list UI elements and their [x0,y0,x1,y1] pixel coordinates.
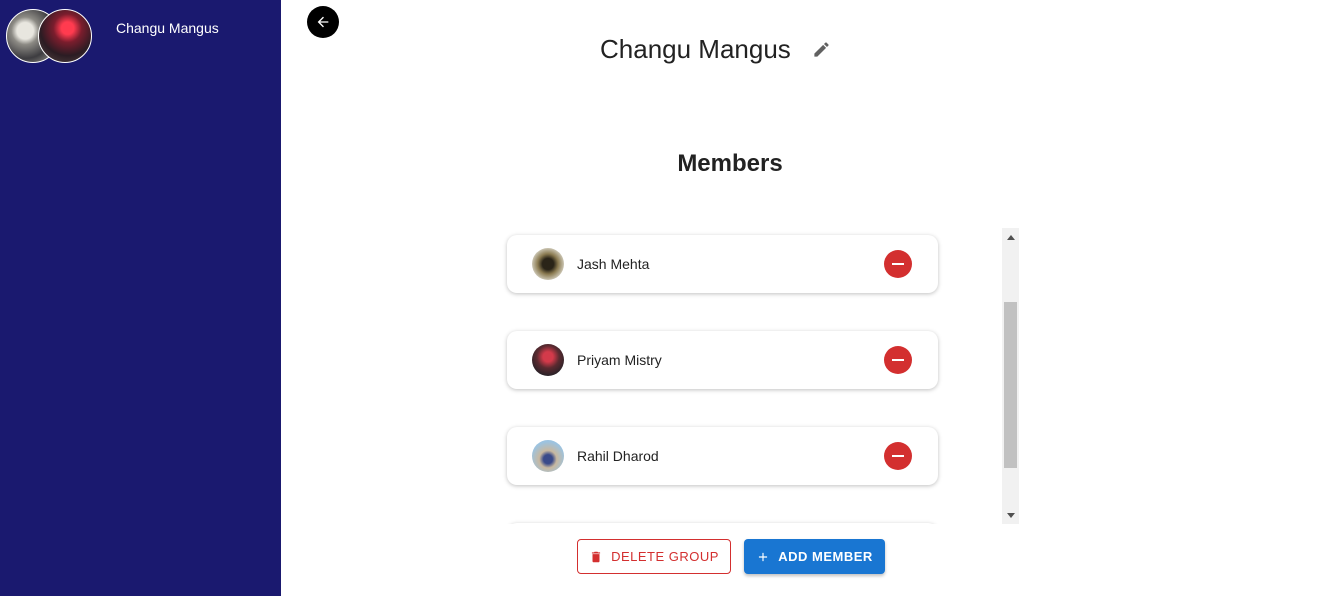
member-card: Priyam Mistry [507,331,938,389]
sidebar-group-name: Changu Mangus [116,20,219,36]
member-name: Jash Mehta [577,256,650,272]
members-heading: Members [677,150,783,177]
remove-member-button[interactable] [884,250,912,278]
member-card: Rahil Dharod [507,427,938,485]
back-button[interactable] [307,6,339,38]
avatar [532,344,564,376]
plus-icon [756,550,770,564]
avatar [38,9,92,63]
scrollbar[interactable] [1002,228,1019,524]
app-root: Changu Mangus Changu Mangus Members Jash… [0,0,1326,596]
avatar [532,248,564,280]
scroll-up-button[interactable] [1002,228,1019,245]
member-card: Jash Mehta [507,235,938,293]
delete-group-button[interactable]: DELETE GROUP [577,539,731,574]
page-title: Changu Mangus [600,33,791,64]
edit-title-button[interactable] [811,38,833,60]
delete-group-label: DELETE GROUP [611,549,719,564]
sidebar-group-item[interactable]: Changu Mangus [0,0,281,66]
member-card [507,523,938,524]
add-member-label: ADD MEMBER [778,549,873,564]
remove-member-button[interactable] [884,442,912,470]
scrollbar-thumb[interactable] [1004,302,1017,468]
remove-member-button[interactable] [884,346,912,374]
group-title-row: Changu Mangus [600,32,833,66]
trash-icon [589,549,603,565]
add-member-button[interactable]: ADD MEMBER [744,539,885,574]
member-name: Priyam Mistry [577,352,662,368]
triangle-up-icon [1006,234,1015,240]
minus-icon [892,455,904,457]
minus-icon [892,359,904,361]
minus-icon [892,263,904,265]
arrow-left-icon [317,16,329,28]
member-name: Rahil Dharod [577,448,659,464]
sidebar: Changu Mangus [0,0,281,596]
scroll-down-button[interactable] [1002,507,1019,524]
pencil-icon [814,41,829,57]
group-avatar-stack [6,9,96,63]
member-list-container[interactable]: Jash Mehta Priyam Mistry Rahil Dharod [500,228,1019,524]
triangle-down-icon [1006,512,1015,518]
avatar [532,440,564,472]
